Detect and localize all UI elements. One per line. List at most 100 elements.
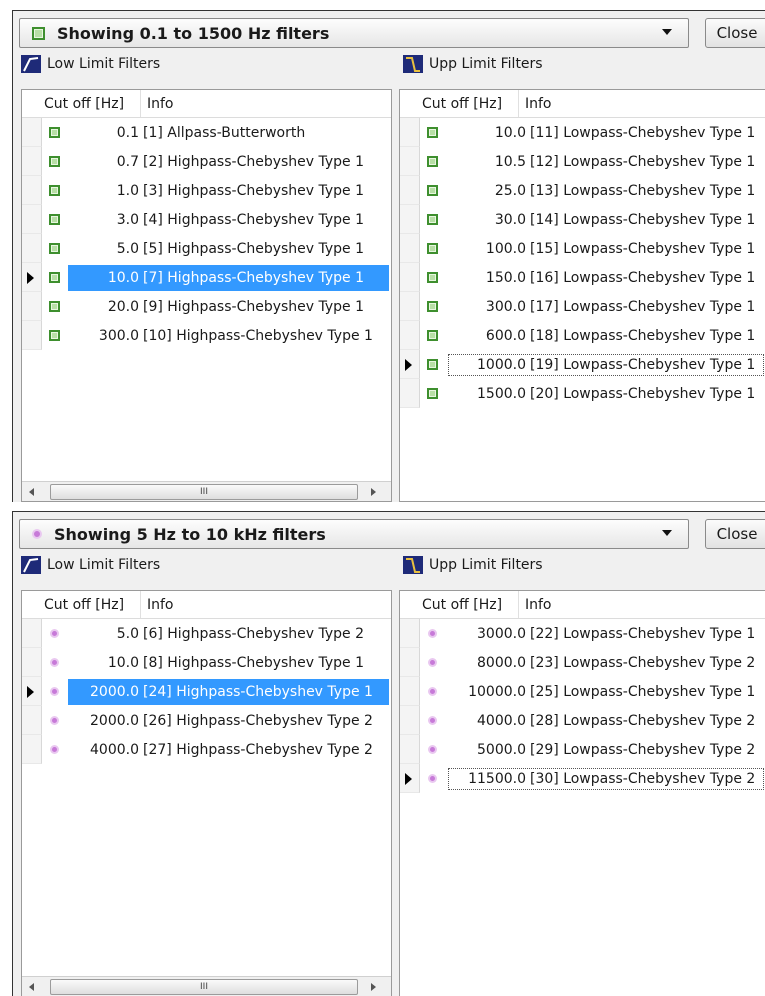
green-marker-icon	[48, 301, 60, 312]
pink-marker-icon	[49, 687, 59, 696]
green-marker-icon	[48, 156, 60, 167]
horizontal-scrollbar[interactable]: III	[22, 976, 391, 996]
cutoff-column-header[interactable]: Cut off [Hz]	[400, 90, 519, 117]
grid-header: Cut off [Hz] Info	[400, 90, 765, 118]
scroll-thumb[interactable]: III	[50, 979, 358, 995]
row-pointer-icon	[405, 359, 412, 371]
pink-marker-icon	[427, 658, 437, 667]
pink-marker-icon	[427, 716, 437, 725]
table-row[interactable]: 30.0 [14] Lowpass-Chebyshev Type 1	[400, 205, 765, 234]
upp-limit-filters-grid[interactable]: Cut off [Hz] Info 3000.0 [22] Lowpass-Che…	[399, 590, 765, 996]
close-button[interactable]: Close	[705, 519, 765, 549]
table-row[interactable]: 25.0 [13] Lowpass-Chebyshev Type 1	[400, 176, 765, 205]
table-row[interactable]: 0.1 [1] Allpass-Butterworth	[22, 118, 391, 147]
pink-marker-icon	[427, 687, 437, 696]
table-row[interactable]: 4000.0 [28] Lowpass-Chebyshev Type 2	[400, 706, 765, 735]
table-row-current[interactable]: 1000.0 [19] Lowpass-Chebyshev Type 1	[400, 350, 765, 379]
green-marker-icon	[426, 243, 438, 254]
low-limit-filters-grid[interactable]: Cut off [Hz] Info 5.0 [6] Highpass-Chebys…	[21, 590, 392, 996]
pink-marker-icon	[427, 774, 437, 783]
green-marker-icon	[426, 272, 438, 283]
table-row[interactable]: 10.0 [8] Highpass-Chebyshev Type 1	[22, 648, 391, 677]
green-marker-icon	[48, 185, 60, 196]
dropdown-arrow-icon[interactable]	[662, 530, 672, 536]
row-pointer-icon	[27, 272, 34, 284]
pink-marker-icon	[32, 529, 42, 539]
table-row[interactable]: 3.0 [4] Highpass-Chebyshev Type 1	[22, 205, 391, 234]
low-limit-filters-header: Low Limit Filters	[21, 556, 160, 574]
table-row[interactable]: 20.0 [9] Highpass-Chebyshev Type 1	[22, 292, 391, 321]
table-row[interactable]: 300.0 [10] Highpass-Chebyshev Type 1	[22, 321, 391, 350]
table-row[interactable]: 300.0 [17] Lowpass-Chebyshev Type 1	[400, 292, 765, 321]
cutoff-column-header[interactable]: Cut off [Hz]	[22, 90, 141, 117]
table-row[interactable]: 4000.0 [27] Highpass-Chebyshev Type 2	[22, 735, 391, 764]
lowpass-filter-icon	[403, 55, 423, 73]
info-column-header[interactable]: Info	[519, 597, 552, 613]
low-limit-label: Low Limit Filters	[47, 56, 161, 72]
table-row[interactable]: 5.0 [6] Highpass-Chebyshev Type 2	[22, 619, 391, 648]
pink-marker-icon	[49, 745, 59, 754]
table-row[interactable]: 10000.0 [25] Lowpass-Chebyshev Type 1	[400, 677, 765, 706]
row-pointer-icon	[27, 686, 34, 698]
green-marker-icon	[426, 359, 438, 370]
table-row[interactable]: 600.0 [18] Lowpass-Chebyshev Type 1	[400, 321, 765, 350]
low-limit-filters-header: Low Limit Filters	[21, 55, 160, 73]
filter-range-dropdown[interactable]: Showing 0.1 to 1500 Hz filters	[19, 18, 689, 48]
row-pointer-icon	[405, 773, 412, 785]
filter-panel-2: Showing 5 Hz to 10 kHz filters Close Low…	[12, 511, 765, 996]
info-column-header[interactable]: Info	[141, 597, 174, 613]
upp-limit-filters-grid[interactable]: Cut off [Hz] Info 10.0 [11] Lowpass-Cheby…	[399, 89, 765, 502]
scroll-thumb[interactable]: III	[50, 484, 358, 500]
table-row[interactable]: 3000.0 [22] Lowpass-Chebyshev Type 1	[400, 619, 765, 648]
green-marker-icon	[48, 214, 60, 225]
cutoff-column-header[interactable]: Cut off [Hz]	[400, 591, 519, 618]
info-column-header[interactable]: Info	[141, 96, 174, 112]
highpass-filter-icon	[21, 556, 41, 574]
green-marker-icon	[426, 127, 438, 138]
pink-marker-icon	[49, 658, 59, 667]
green-marker-icon	[426, 214, 438, 225]
green-marker-icon	[48, 330, 60, 341]
table-row-current[interactable]: 11500.0 [30] Lowpass-Chebyshev Type 2	[400, 764, 765, 793]
upp-limit-label: Upp Limit Filters	[429, 56, 543, 72]
table-row-selected[interactable]: 10.0 [7] Highpass-Chebyshev Type 1	[22, 263, 391, 292]
upp-limit-filters-header: Upp Limit Filters	[403, 55, 543, 73]
green-marker-icon	[48, 272, 60, 283]
horizontal-scrollbar[interactable]: III	[22, 481, 391, 501]
info-column-header[interactable]: Info	[519, 96, 552, 112]
table-row[interactable]: 10.5 [12] Lowpass-Chebyshev Type 1	[400, 147, 765, 176]
filter-range-text: Showing 0.1 to 1500 Hz filters	[57, 23, 330, 43]
green-marker-icon	[32, 26, 45, 40]
scroll-right-icon[interactable]	[363, 977, 383, 996]
close-button[interactable]: Close	[705, 18, 765, 48]
dropdown-arrow-icon[interactable]	[662, 29, 672, 35]
cutoff-column-header[interactable]: Cut off [Hz]	[22, 591, 141, 618]
filter-range-dropdown[interactable]: Showing 5 Hz to 10 kHz filters	[19, 519, 689, 549]
highpass-filter-icon	[21, 55, 41, 73]
grid-header: Cut off [Hz] Info	[22, 591, 391, 619]
grid-header: Cut off [Hz] Info	[22, 90, 391, 118]
scroll-left-icon[interactable]	[22, 977, 42, 996]
table-row[interactable]: 5000.0 [29] Lowpass-Chebyshev Type 2	[400, 735, 765, 764]
table-row[interactable]: 1.0 [3] Highpass-Chebyshev Type 1	[22, 176, 391, 205]
green-marker-icon	[426, 301, 438, 312]
pink-marker-icon	[427, 745, 437, 754]
table-row[interactable]: 8000.0 [23] Lowpass-Chebyshev Type 2	[400, 648, 765, 677]
filter-range-text: Showing 5 Hz to 10 kHz filters	[54, 524, 326, 544]
table-row[interactable]: 10.0 [11] Lowpass-Chebyshev Type 1	[400, 118, 765, 147]
low-limit-filters-grid[interactable]: Cut off [Hz] Info 0.1 [1] Allpass-Butterw…	[21, 89, 392, 502]
table-row[interactable]: 0.7 [2] Highpass-Chebyshev Type 1	[22, 147, 391, 176]
green-marker-icon	[426, 156, 438, 167]
pink-marker-icon	[427, 629, 437, 638]
scroll-right-icon[interactable]	[363, 482, 383, 502]
table-row[interactable]: 1500.0 [20] Lowpass-Chebyshev Type 1	[400, 379, 765, 408]
table-row[interactable]: 5.0 [5] Highpass-Chebyshev Type 1	[22, 234, 391, 263]
table-row[interactable]: 100.0 [15] Lowpass-Chebyshev Type 1	[400, 234, 765, 263]
table-row-selected[interactable]: 2000.0 [24] Highpass-Chebyshev Type 1	[22, 677, 391, 706]
table-row[interactable]: 150.0 [16] Lowpass-Chebyshev Type 1	[400, 263, 765, 292]
scroll-left-icon[interactable]	[22, 482, 42, 502]
green-marker-icon	[426, 185, 438, 196]
pink-marker-icon	[49, 629, 59, 638]
green-marker-icon	[48, 243, 60, 254]
table-row[interactable]: 2000.0 [26] Highpass-Chebyshev Type 2	[22, 706, 391, 735]
